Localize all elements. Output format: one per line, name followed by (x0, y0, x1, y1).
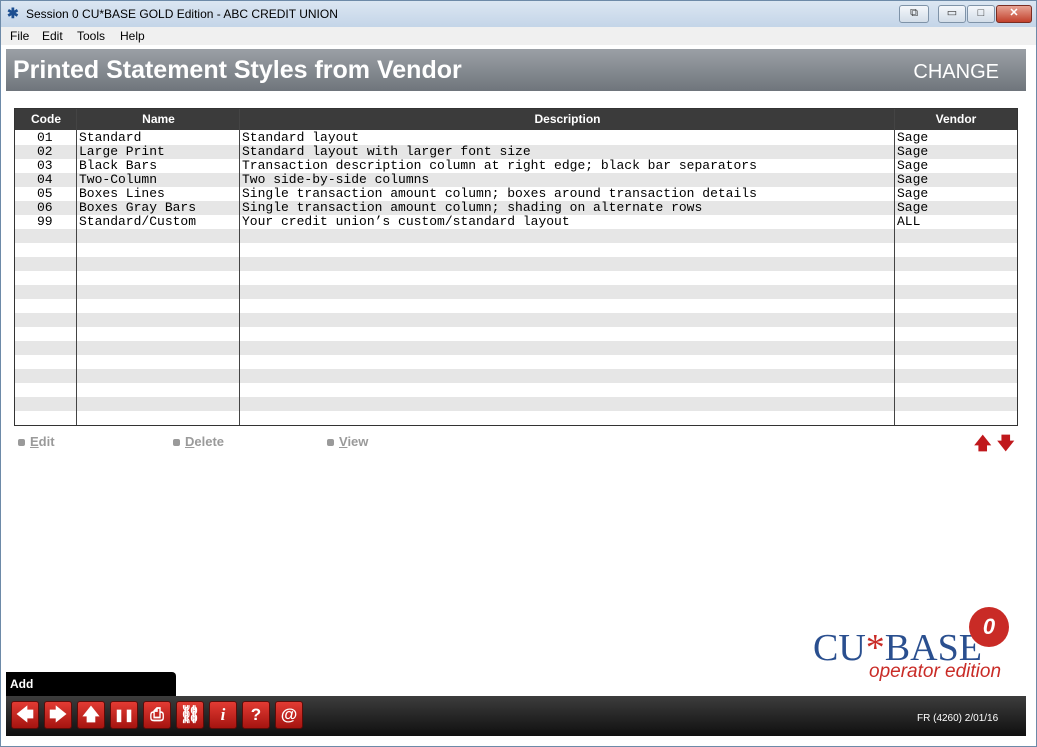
bullet-icon (18, 439, 25, 447)
table-row[interactable]: 01 Standard Standard layout Sage (15, 131, 1017, 145)
row-stripe (15, 313, 1017, 327)
up-arrow-icon[interactable]: 🡅 (77, 701, 105, 729)
table-row[interactable]: 06 Boxes Gray Bars Single transaction amou… (15, 201, 1017, 215)
page-header: Printed Statement Styles from Vendor CHA… (6, 49, 1026, 91)
back-arrow-icon[interactable]: 🡄 (11, 701, 39, 729)
cell-code: 02 (37, 144, 53, 159)
cell-name: Two-Column (79, 172, 158, 187)
scroll-down-icon[interactable]: 🡇 (997, 435, 1014, 452)
delete-action[interactable]: Delete (173, 434, 224, 449)
row-stripe (15, 257, 1017, 271)
cell-name: Standard/Custom (79, 214, 197, 229)
minimize-button[interactable]: ▭ (938, 5, 966, 23)
menu-help[interactable]: Help (120, 29, 145, 43)
cell-code: 01 (37, 130, 53, 145)
add-button-label: Add (10, 677, 34, 691)
row-stripe (15, 383, 1017, 397)
menu-tools[interactable]: Tools (77, 29, 105, 43)
row-stripe (15, 369, 1017, 383)
logo-edition: operator edition (869, 661, 1002, 682)
cell-description: Transaction description column at right … (242, 158, 757, 173)
cubase-logo: CU*BASE operator edition 0 (813, 605, 1013, 685)
status-text: FR (4260) 2/01/16 (917, 713, 999, 724)
title-bar: ✱ Session 0 CU*BASE GOLD Edition - ABC C… (1, 1, 1036, 28)
at-sign-icon[interactable]: @ (275, 701, 303, 729)
cell-description: Standard layout (242, 130, 360, 145)
link-icon[interactable]: ⛓ (176, 701, 204, 729)
cell-description: Two side-by-side columns (242, 172, 430, 187)
bullet-icon (173, 439, 180, 447)
restore-session-button[interactable]: ⧉ (899, 5, 929, 23)
row-stripe (15, 271, 1017, 285)
cell-code: 03 (37, 158, 53, 173)
cell-description: Standard layout with larger font size (242, 144, 531, 159)
cell-name: Large Print (79, 144, 165, 159)
cell-code: 06 (37, 200, 53, 215)
scroll-up-icon[interactable]: 🡅 (974, 435, 991, 452)
maximize-button[interactable]: □ (967, 5, 995, 23)
close-button[interactable]: ✕ (996, 5, 1032, 23)
menu-bar: File Edit Tools Help (1, 27, 1036, 45)
row-stripe (15, 243, 1017, 257)
cell-description: Single transaction amount column; boxes … (242, 186, 757, 201)
cell-name: Boxes Gray Bars (79, 200, 197, 215)
statement-styles-table: Code Name Description Vendor 01 Standard S… (14, 108, 1018, 426)
row-stripe (15, 299, 1017, 313)
cell-vendor: Sage (897, 186, 929, 201)
pause-icon[interactable]: ❚❚ (110, 701, 138, 729)
cell-vendor: Sage (897, 172, 929, 187)
row-stripe (15, 341, 1017, 355)
column-header-description[interactable]: Description (240, 112, 895, 126)
page-title: Printed Statement Styles from Vendor (13, 56, 462, 84)
column-header-code[interactable]: Code (15, 112, 77, 126)
cell-code: 04 (37, 172, 53, 187)
cell-vendor: ALL (897, 214, 921, 229)
help-icon[interactable]: ? (242, 701, 270, 729)
column-header-vendor[interactable]: Vendor (895, 112, 1017, 126)
cell-code: 99 (37, 214, 53, 229)
row-stripe (15, 327, 1017, 341)
forward-arrow-icon[interactable]: 🡆 (44, 701, 72, 729)
menu-edit[interactable]: Edit (42, 29, 63, 43)
cell-vendor: Sage (897, 200, 929, 215)
bullet-icon (327, 439, 334, 447)
view-action[interactable]: View (327, 434, 368, 449)
row-stripe (15, 411, 1017, 425)
cell-name: Boxes Lines (79, 186, 165, 201)
app-window: ✱ Session 0 CU*BASE GOLD Edition - ABC C… (0, 0, 1037, 747)
print-icon[interactable]: ⎙ (143, 701, 171, 729)
column-header-name[interactable]: Name (77, 112, 240, 126)
add-button[interactable]: Add (6, 672, 176, 696)
gear-badge-icon: 0 (969, 607, 1009, 647)
cell-vendor: Sage (897, 130, 929, 145)
menu-file[interactable]: File (10, 29, 29, 43)
cell-vendor: Sage (897, 144, 929, 159)
window-title: Session 0 CU*BASE GOLD Edition - ABC CRE… (26, 7, 338, 21)
cell-code: 05 (37, 186, 53, 201)
footer-toolbar: 🡄 🡆 🡅 ❚❚ ⎙ ⛓ i ? @ FR (4260) 2/01/16 (6, 696, 1026, 736)
table-row[interactable]: 02 Large Print Standard layout with larger… (15, 145, 1017, 159)
cell-name: Black Bars (79, 158, 158, 173)
asterisk-app-icon: ✱ (7, 5, 19, 21)
table-row[interactable]: 04 Two-Column Two side-by-side columns Sage (15, 173, 1017, 187)
table-row[interactable]: 03 Black Bars Transaction description colu… (15, 159, 1017, 173)
cell-name: Standard (79, 130, 142, 145)
cell-description: Your credit union’s custom/standard layo… (242, 214, 570, 229)
row-stripe (15, 285, 1017, 299)
table-row[interactable]: 05 Boxes Lines Single transaction amount c… (15, 187, 1017, 201)
cell-vendor: Sage (897, 158, 929, 173)
cell-description: Single transaction amount column; shadin… (242, 200, 703, 215)
table-row[interactable]: 99 Standard/Custom Your credit union’s cus… (15, 215, 1017, 229)
info-icon[interactable]: i (209, 701, 237, 729)
edit-action[interactable]: Edit (18, 434, 55, 449)
table-header: Code Name Description Vendor (15, 109, 1017, 130)
row-stripe (15, 397, 1017, 411)
mode-label: CHANGE (913, 61, 999, 83)
row-stripe (15, 229, 1017, 243)
row-stripe (15, 355, 1017, 369)
